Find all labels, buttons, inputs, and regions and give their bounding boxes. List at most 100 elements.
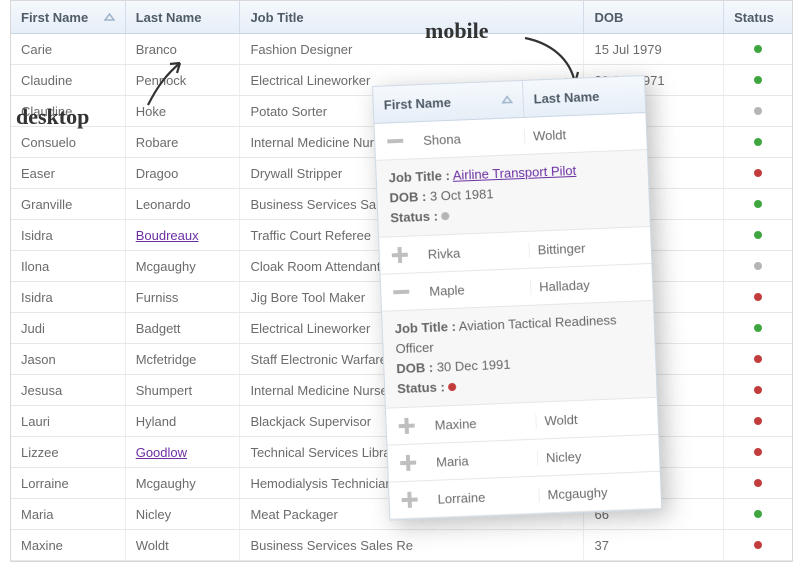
cell-first-name: Isidra: [11, 220, 126, 250]
status-dot: [754, 510, 762, 518]
header-status[interactable]: Status: [724, 1, 792, 33]
mobile-cell-first-name: Shona: [415, 128, 526, 147]
cell-status: [724, 158, 792, 188]
header-job-title[interactable]: Job Title: [240, 1, 584, 33]
cell-status: [724, 34, 792, 64]
cell-last-name: Mcgaughy: [126, 468, 241, 498]
status-dot: [754, 200, 762, 208]
mobile-cell-last-name: Woldt: [536, 408, 658, 428]
sort-asc-icon[interactable]: [501, 94, 512, 104]
mobile-cell-first-name: Maple: [421, 279, 532, 298]
cell-last-name: Nicley: [126, 499, 241, 529]
status-dot: [754, 386, 762, 394]
cell-last-name: Robare: [126, 127, 241, 157]
header-first-name[interactable]: First Name: [11, 1, 126, 33]
mobile-cell-last-name: Mcgaughy: [539, 482, 661, 502]
cell-status: [724, 406, 792, 436]
mobile-detail: Job Title : Airline Transport PilotDOB :…: [376, 150, 650, 238]
expand-icon[interactable]: [389, 491, 430, 509]
cell-status: [724, 344, 792, 374]
status-dot: [754, 169, 762, 177]
cell-dob: 15 Jul 1979: [584, 34, 724, 64]
table-row[interactable]: CarieBrancoFashion Designer15 Jul 1979: [11, 34, 792, 65]
table-row[interactable]: MaxineWoldtBusiness Services Sales Re37: [11, 530, 792, 561]
cell-first-name: Carie: [11, 34, 126, 64]
cell-status: [724, 282, 792, 312]
annotation-mobile: mobile: [425, 18, 489, 44]
mobile-header-last-name[interactable]: Last Name: [523, 76, 645, 117]
cell-last-name: Leonardo: [126, 189, 241, 219]
cell-status: [724, 313, 792, 343]
cell-dob: 37: [584, 530, 724, 560]
header-last-name[interactable]: Last Name: [126, 1, 241, 33]
sort-asc-icon[interactable]: [104, 12, 115, 22]
expand-icon[interactable]: [388, 454, 429, 472]
mobile-cell-last-name: Woldt: [525, 124, 647, 144]
status-dot: [754, 448, 762, 456]
cell-status: [724, 437, 792, 467]
last-name-link[interactable]: Boudreaux: [136, 228, 199, 243]
cell-status: [724, 468, 792, 498]
mobile-header-first-name-label: First Name: [383, 94, 451, 112]
status-dot: [754, 355, 762, 363]
cell-last-name: Woldt: [126, 530, 241, 560]
header-dob-label: DOB: [594, 10, 623, 25]
cell-first-name: Jesusa: [11, 375, 126, 405]
status-dot: [754, 138, 762, 146]
cell-last-name: Dragoo: [126, 158, 241, 188]
cell-status: [724, 530, 792, 560]
mobile-header-first-name[interactable]: First Name: [373, 81, 524, 123]
cell-last-name: Shumpert: [126, 375, 241, 405]
cell-last-name: Goodlow: [126, 437, 241, 467]
mobile-cell-last-name: Halladay: [531, 274, 653, 294]
header-last-name-label: Last Name: [136, 10, 202, 25]
header-dob[interactable]: DOB: [584, 1, 724, 33]
cell-status: [724, 375, 792, 405]
expand-icon[interactable]: [386, 417, 427, 435]
cell-status: [724, 189, 792, 219]
cell-first-name: Lorraine: [11, 468, 126, 498]
desktop-header-row: First Name Last Name Job Title DOB Statu…: [11, 1, 792, 34]
last-name-link[interactable]: Goodlow: [136, 445, 187, 460]
mobile-cell-first-name: Maria: [428, 450, 539, 469]
cell-last-name: Furniss: [126, 282, 241, 312]
status-dot: [754, 262, 762, 270]
cell-status: [724, 499, 792, 529]
cell-last-name: Mcgaughy: [126, 251, 241, 281]
cell-first-name: Claudine: [11, 65, 126, 95]
cell-first-name: Jason: [11, 344, 126, 374]
mobile-header-last-name-label: Last Name: [533, 88, 599, 106]
mobile-cell-first-name: Maxine: [426, 413, 537, 432]
annotation-desktop: desktop: [16, 104, 89, 130]
header-job-title-label: Job Title: [250, 10, 303, 25]
collapse-icon[interactable]: [375, 132, 416, 150]
cell-job-title: Business Services Sales Re: [240, 530, 584, 560]
cell-first-name: Judi: [11, 313, 126, 343]
mobile-detail: Job Title : Aviation Tactical Readiness …: [382, 301, 657, 409]
collapse-icon[interactable]: [381, 283, 422, 301]
job-title-link[interactable]: Airline Transport Pilot: [452, 163, 576, 183]
expand-icon[interactable]: [380, 246, 421, 264]
cell-last-name: Mcfetridge: [126, 344, 241, 374]
cell-status: [724, 251, 792, 281]
status-dot: [754, 541, 762, 549]
cell-first-name: Consuelo: [11, 127, 126, 157]
cell-first-name: Maria: [11, 499, 126, 529]
status-dot: [448, 383, 456, 391]
status-dot: [754, 417, 762, 425]
mobile-cell-last-name: Bittinger: [529, 237, 651, 257]
mobile-table: First Name Last Name ShonaWoldtJob Title…: [372, 75, 662, 521]
cell-first-name: Lauri: [11, 406, 126, 436]
cell-last-name: Boudreaux: [126, 220, 241, 250]
mobile-cell-first-name: Lorraine: [429, 487, 540, 506]
cell-first-name: Isidra: [11, 282, 126, 312]
cell-first-name: Lizzee: [11, 437, 126, 467]
cell-status: [724, 65, 792, 95]
mobile-cell-last-name: Nicley: [538, 445, 660, 465]
status-dot: [754, 76, 762, 84]
status-dot: [754, 231, 762, 239]
cell-last-name: Hyland: [126, 406, 241, 436]
status-dot: [754, 293, 762, 301]
cell-status: [724, 96, 792, 126]
mobile-cell-first-name: Rivka: [419, 242, 530, 261]
